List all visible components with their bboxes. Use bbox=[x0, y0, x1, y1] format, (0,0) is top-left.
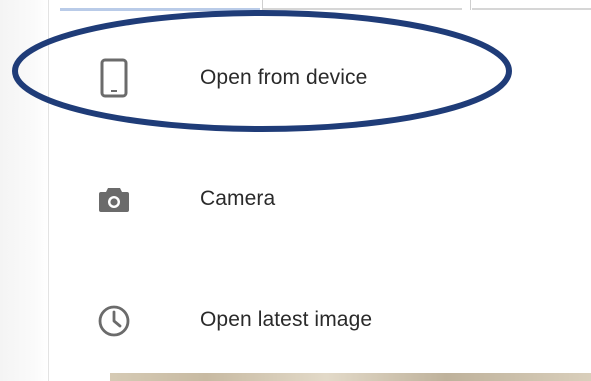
screenshot-stage: Open from device Camera Open latest imag… bbox=[0, 0, 591, 381]
dialog-backdrop bbox=[0, 0, 48, 381]
menu-item-label: Open latest image bbox=[200, 308, 373, 331]
menu-item-open-from-device[interactable]: Open from device bbox=[48, 23, 591, 133]
menu-item-camera[interactable]: Camera bbox=[48, 145, 591, 255]
tab-indicator bbox=[60, 8, 260, 11]
tab-separator bbox=[262, 0, 263, 10]
camera-icon bbox=[96, 181, 132, 217]
menu-item-open-latest-image[interactable]: Open latest image bbox=[48, 266, 591, 376]
clock-icon bbox=[96, 303, 132, 339]
tab-divider-line bbox=[472, 8, 591, 10]
tablet-icon bbox=[96, 58, 132, 98]
tab-divider-line bbox=[262, 8, 462, 10]
menu-item-label: Open from device bbox=[200, 66, 368, 89]
tab-separator bbox=[470, 0, 471, 10]
menu-item-label: Camera bbox=[200, 187, 276, 210]
background-image-strip bbox=[110, 373, 591, 381]
